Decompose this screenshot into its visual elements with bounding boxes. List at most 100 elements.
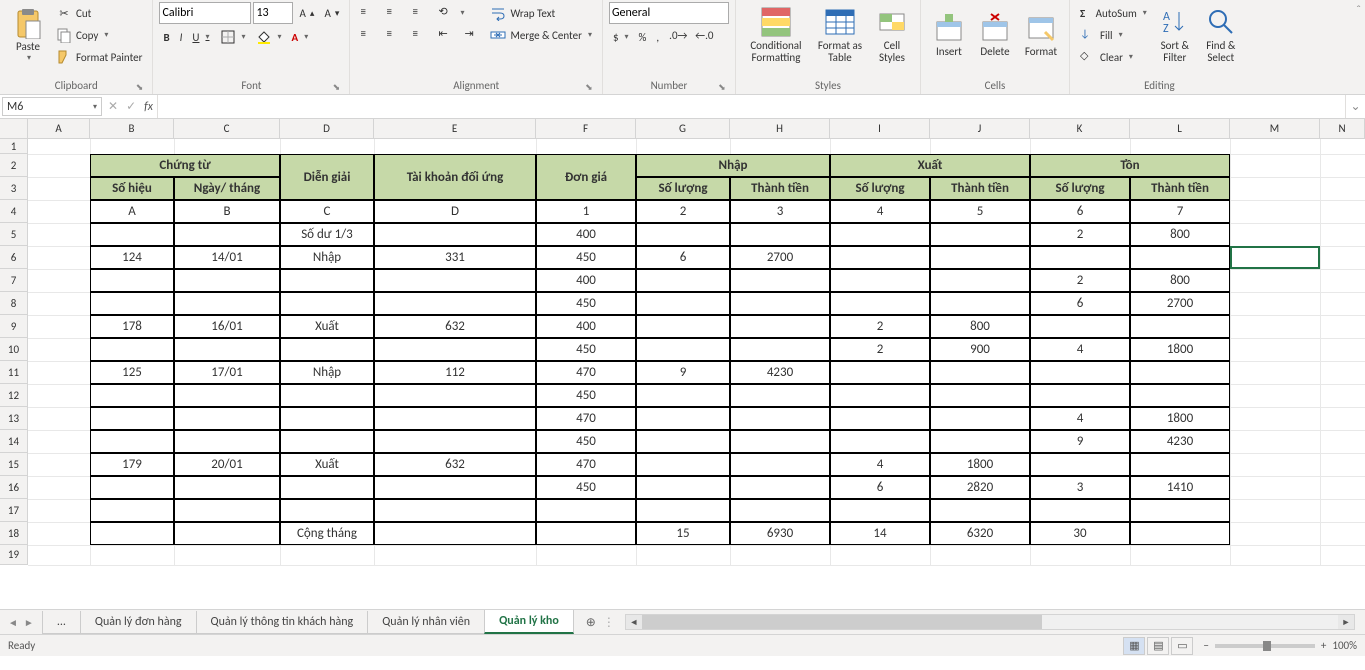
cell-value[interactable]: Nhập bbox=[280, 361, 374, 384]
cell-value[interactable]: 9 bbox=[1030, 430, 1130, 453]
decrease-decimal-button[interactable]: ←.0 bbox=[691, 26, 715, 48]
cell[interactable]: Diễn giải bbox=[280, 154, 374, 200]
cell[interactable]: D bbox=[374, 200, 536, 223]
cell-value[interactable]: 16/01 bbox=[174, 315, 280, 338]
scroll-left-button[interactable]: ◄ bbox=[626, 615, 642, 629]
orientation-button[interactable]: ⟲▾ bbox=[434, 2, 468, 24]
cell-value[interactable]: 800 bbox=[930, 315, 1030, 338]
increase-font-button[interactable]: A▴ bbox=[295, 2, 318, 24]
horizontal-scrollbar[interactable]: ◄ ► bbox=[625, 614, 1355, 630]
cell[interactable] bbox=[374, 522, 536, 545]
cell[interactable] bbox=[830, 430, 930, 453]
cell[interactable]: 6 bbox=[1030, 200, 1130, 223]
bold-button[interactable]: B bbox=[159, 26, 173, 48]
cell[interactable] bbox=[90, 384, 174, 407]
cell[interactable] bbox=[90, 430, 174, 453]
cell[interactable] bbox=[174, 338, 280, 361]
row-header[interactable]: 6 bbox=[0, 246, 27, 269]
copy-button[interactable]: Copy▾ bbox=[52, 24, 146, 46]
zoom-slider[interactable] bbox=[1215, 644, 1315, 648]
cell[interactable] bbox=[90, 223, 174, 246]
cell[interactable]: B bbox=[174, 200, 280, 223]
enter-formula-icon[interactable]: ✓ bbox=[126, 99, 136, 114]
cell[interactable] bbox=[730, 269, 830, 292]
row-header[interactable]: 15 bbox=[0, 453, 27, 476]
column-header[interactable]: I bbox=[830, 119, 930, 138]
autosum-button[interactable]: Σ AutoSum▾ bbox=[1076, 2, 1151, 24]
cell[interactable] bbox=[90, 292, 174, 315]
align-bottom-button[interactable]: ≡ bbox=[408, 2, 432, 24]
cell[interactable] bbox=[174, 269, 280, 292]
cell[interactable] bbox=[830, 223, 930, 246]
cell[interactable] bbox=[174, 292, 280, 315]
cell[interactable] bbox=[280, 430, 374, 453]
cell[interactable] bbox=[830, 246, 930, 269]
cell[interactable] bbox=[536, 522, 636, 545]
cell[interactable] bbox=[830, 292, 930, 315]
cell[interactable] bbox=[636, 292, 730, 315]
cell[interactable] bbox=[174, 384, 280, 407]
cell[interactable] bbox=[174, 223, 280, 246]
cell[interactable] bbox=[1130, 522, 1230, 545]
find-select-button[interactable]: Find & Select bbox=[1199, 2, 1243, 68]
sheet-nav-last-icon[interactable]: ► bbox=[24, 616, 34, 629]
cell[interactable] bbox=[90, 338, 174, 361]
column-header[interactable]: J bbox=[930, 119, 1030, 138]
cell[interactable]: Nhập bbox=[636, 154, 830, 177]
dialog-launcher-icon[interactable]: ⬊ bbox=[134, 82, 144, 92]
cell[interactable] bbox=[1130, 315, 1230, 338]
cell-value[interactable]: 2 bbox=[1030, 223, 1130, 246]
cell-styles-button[interactable]: Cell Styles bbox=[870, 2, 914, 68]
cell[interactable]: Thành tiền bbox=[730, 177, 830, 200]
cell[interactable]: C bbox=[280, 200, 374, 223]
cell-value[interactable]: 6 bbox=[1030, 292, 1130, 315]
cell[interactable] bbox=[636, 223, 730, 246]
collapse-ribbon-button[interactable]: ˆ bbox=[1356, 4, 1361, 18]
spreadsheet-grid[interactable]: ABCDEFGHIJKLMN 1234567891011121314151617… bbox=[0, 119, 1365, 609]
align-left-button[interactable]: ≡ bbox=[356, 24, 380, 46]
cell[interactable]: Đơn giá bbox=[536, 154, 636, 200]
cell-value[interactable]: 470 bbox=[536, 407, 636, 430]
cell[interactable] bbox=[1030, 453, 1130, 476]
cell-value[interactable]: 470 bbox=[536, 361, 636, 384]
cell[interactable] bbox=[930, 246, 1030, 269]
clear-button[interactable]: ◇Clear▾ bbox=[1076, 46, 1151, 68]
cell[interactable] bbox=[280, 407, 374, 430]
cell[interactable] bbox=[174, 522, 280, 545]
row-header[interactable]: 3 bbox=[0, 177, 27, 200]
cell-value[interactable]: 2 bbox=[1030, 269, 1130, 292]
cell-value[interactable]: Xuất bbox=[280, 453, 374, 476]
cell-value[interactable]: 14 bbox=[830, 522, 930, 545]
cell[interactable] bbox=[374, 476, 536, 499]
cell[interactable] bbox=[1130, 246, 1230, 269]
dialog-launcher-icon[interactable]: ⬊ bbox=[717, 82, 727, 92]
fill-color-button[interactable]: ▾ bbox=[252, 26, 286, 48]
cell[interactable] bbox=[830, 361, 930, 384]
row-header[interactable]: 10 bbox=[0, 338, 27, 361]
italic-button[interactable]: I bbox=[176, 26, 187, 48]
cell[interactable] bbox=[930, 499, 1030, 522]
cell[interactable] bbox=[730, 453, 830, 476]
cell[interactable] bbox=[174, 499, 280, 522]
cell[interactable] bbox=[830, 269, 930, 292]
cell-value[interactable]: 125 bbox=[90, 361, 174, 384]
cell[interactable]: 3 bbox=[730, 200, 830, 223]
sheet-tab[interactable]: Quản lý đơn hàng bbox=[80, 611, 197, 634]
scroll-right-button[interactable]: ► bbox=[1338, 615, 1354, 629]
cell-value[interactable]: Xuất bbox=[280, 315, 374, 338]
cell-value[interactable]: 2700 bbox=[1130, 292, 1230, 315]
cell[interactable] bbox=[536, 499, 636, 522]
cell[interactable] bbox=[374, 338, 536, 361]
cell[interactable]: 7 bbox=[1130, 200, 1230, 223]
cell-value[interactable]: Cộng tháng bbox=[280, 522, 374, 545]
select-all-corner[interactable] bbox=[0, 119, 28, 139]
cell[interactable] bbox=[1130, 453, 1230, 476]
cell[interactable] bbox=[930, 269, 1030, 292]
cell[interactable] bbox=[930, 361, 1030, 384]
cell[interactable] bbox=[374, 430, 536, 453]
cell-value[interactable]: 30 bbox=[1030, 522, 1130, 545]
font-size-select[interactable] bbox=[253, 2, 293, 24]
row-header[interactable]: 7 bbox=[0, 269, 27, 292]
cell[interactable] bbox=[830, 407, 930, 430]
cell-value[interactable]: 179 bbox=[90, 453, 174, 476]
